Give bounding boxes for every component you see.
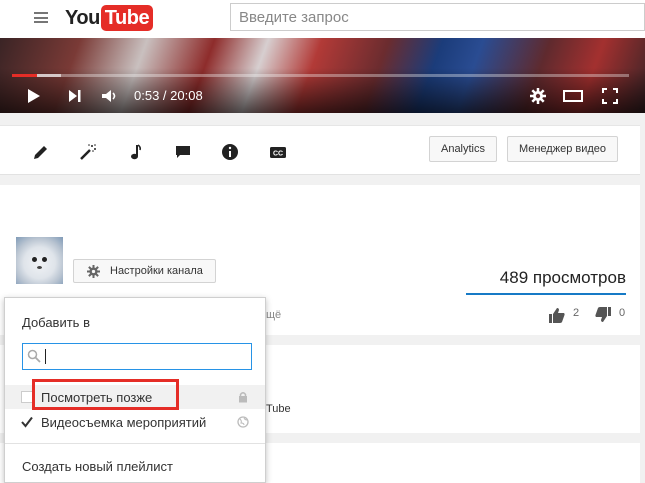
search-icon xyxy=(27,349,41,363)
view-count: 489 просмотров xyxy=(499,268,626,287)
volume-icon[interactable] xyxy=(101,89,119,103)
divider xyxy=(5,443,265,444)
playlist-item-watch-later[interactable]: Посмотреть позже xyxy=(5,385,265,409)
video-tools-bar: CC Analytics Менеджер видео xyxy=(0,125,640,175)
text-caret xyxy=(45,349,46,364)
channel-settings-label: Настройки канала xyxy=(110,265,203,277)
dislike-count: 0 xyxy=(619,307,626,319)
video-manager-button[interactable]: Менеджер видео xyxy=(507,136,618,162)
fullscreen-icon[interactable] xyxy=(602,88,618,104)
like-count: 2 xyxy=(573,307,580,319)
time-display: 0:53 / 20:08 xyxy=(134,88,203,103)
cc-icon[interactable]: CC xyxy=(268,142,288,162)
gear-icon xyxy=(87,265,100,278)
playlist-item-event-video[interactable]: Видеосъемка мероприятий xyxy=(5,410,265,434)
like-icon[interactable] xyxy=(548,307,566,323)
checkbox[interactable] xyxy=(21,391,33,403)
top-bar: You Tube Введите запрос xyxy=(0,0,645,38)
svg-text:CC: CC xyxy=(273,151,283,158)
partial-label: щё xyxy=(266,309,282,321)
create-playlist-link[interactable]: Создать новый плейлист xyxy=(22,459,173,474)
play-icon[interactable] xyxy=(27,88,41,104)
views-underline xyxy=(466,293,626,295)
playlist-search-input[interactable] xyxy=(22,343,252,370)
lock-icon xyxy=(239,392,247,403)
progress-loaded xyxy=(36,74,62,77)
checkbox-checked[interactable] xyxy=(21,416,33,428)
analytics-button[interactable]: Analytics xyxy=(429,136,497,162)
comment-icon[interactable] xyxy=(173,142,193,162)
magic-wand-icon[interactable] xyxy=(78,142,98,162)
globe-icon xyxy=(237,416,249,428)
search-input[interactable]: Введите запрос xyxy=(230,3,645,31)
video-player[interactable]: 0:53 / 20:08 xyxy=(0,38,645,113)
progress-bar[interactable] xyxy=(12,74,629,77)
info-icon[interactable] xyxy=(220,142,240,162)
youtube-logo[interactable]: You Tube xyxy=(65,5,154,31)
music-note-icon[interactable] xyxy=(126,142,146,162)
menu-icon[interactable] xyxy=(34,12,48,23)
pencil-icon[interactable] xyxy=(31,142,51,162)
avatar[interactable] xyxy=(16,237,63,284)
settings-icon[interactable] xyxy=(530,88,546,104)
popup-title: Добавить в xyxy=(22,315,90,330)
logo-tube-text: Tube xyxy=(100,5,154,31)
partial-label-2: Tube xyxy=(266,403,291,415)
dislike-icon[interactable] xyxy=(594,307,612,323)
checkmark-icon xyxy=(21,416,33,428)
playlist-label: Посмотреть позже xyxy=(41,390,153,405)
add-to-playlist-popup: Добавить в Посмотреть позже Видеосъемка … xyxy=(4,297,266,483)
playlist-label: Видеосъемка мероприятий xyxy=(41,415,207,430)
logo-you-text: You xyxy=(65,6,100,29)
progress-played xyxy=(12,74,37,77)
theater-icon[interactable] xyxy=(563,89,583,103)
channel-settings-button[interactable]: Настройки канала xyxy=(73,259,216,283)
next-icon[interactable] xyxy=(68,89,82,103)
